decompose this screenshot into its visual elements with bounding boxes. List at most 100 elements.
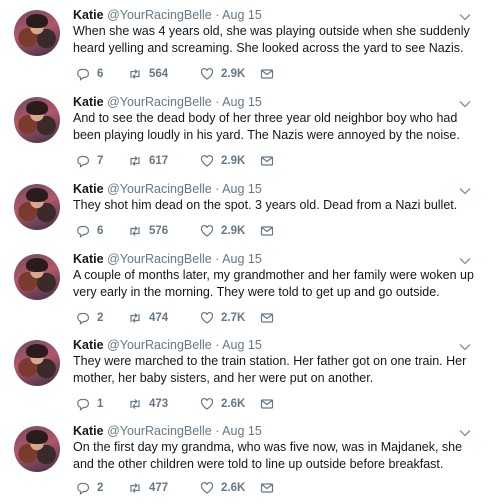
envelope-icon: [260, 69, 274, 79]
tweet[interactable]: Katie @YourRacingBelle · Aug 15 A couple…: [0, 246, 500, 332]
direct-message-button[interactable]: [260, 396, 274, 412]
retweet-button[interactable]: 473: [128, 396, 168, 412]
tweet-text: A couple of months later, my grandmother…: [73, 268, 474, 299]
author-handle[interactable]: @YourRacingBelle: [107, 182, 212, 196]
reply-count: 6: [97, 68, 104, 80]
reply-icon: [77, 312, 90, 325]
reply-button[interactable]: 2: [76, 480, 103, 496]
envelope-icon: [260, 313, 274, 323]
like-button[interactable]: 2.9K: [200, 223, 245, 239]
reply-button[interactable]: 6: [76, 66, 103, 82]
retweet-icon: [130, 156, 140, 166]
tweet[interactable]: Katie @YourRacingBelle · Aug 15 When she…: [0, 2, 500, 88]
author-handle[interactable]: @YourRacingBelle: [107, 252, 212, 266]
heart-icon: [200, 67, 214, 80]
reply-count: 2: [97, 312, 104, 324]
author-handle[interactable]: @YourRacingBelle: [107, 424, 212, 438]
tweet-header: Katie @YourRacingBelle · Aug 15: [73, 7, 262, 23]
direct-message-button[interactable]: [260, 310, 274, 326]
separator-dot: ·: [215, 95, 220, 109]
heart-icon: [200, 397, 214, 410]
separator-dot: ·: [215, 252, 220, 266]
heart-icon: [200, 311, 214, 324]
reply-button[interactable]: 2: [76, 310, 103, 326]
reply-count: 1: [97, 398, 104, 410]
author-handle[interactable]: @YourRacingBelle: [107, 95, 212, 109]
tweet-thread: Katie @YourRacingBelle · Aug 15 When she…: [0, 0, 500, 499]
tweet-text: And to see the dead body of her three ye…: [73, 111, 460, 142]
retweet-count: 617: [149, 155, 169, 167]
tweet[interactable]: Katie @YourRacingBelle · Aug 15 On the f…: [0, 418, 500, 504]
author-name[interactable]: Katie: [73, 8, 104, 22]
tweet-date[interactable]: Aug 15: [222, 95, 262, 109]
chevron-down-icon[interactable]: [458, 10, 472, 24]
heart-icon: [200, 154, 214, 167]
heart-icon: [200, 224, 214, 237]
author-handle[interactable]: @YourRacingBelle: [107, 8, 212, 22]
like-button[interactable]: 2.9K: [200, 153, 245, 169]
like-button[interactable]: 2.6K: [200, 480, 245, 496]
like-count: 2.9K: [221, 225, 246, 237]
avatar[interactable]: [14, 426, 60, 472]
chevron-down-icon[interactable]: [458, 97, 472, 111]
author-name[interactable]: Katie: [73, 95, 104, 109]
tweet-date[interactable]: Aug 15: [222, 8, 262, 22]
avatar[interactable]: [14, 10, 60, 56]
reply-button[interactable]: 6: [76, 223, 103, 239]
retweet-count: 474: [149, 312, 169, 324]
separator-dot: ·: [215, 8, 220, 22]
author-handle[interactable]: @YourRacingBelle: [107, 338, 212, 352]
chevron-down-icon[interactable]: [458, 340, 472, 354]
retweet-count: 473: [149, 398, 169, 410]
direct-message-button[interactable]: [260, 480, 274, 496]
tweet-header: Katie @YourRacingBelle · Aug 15: [73, 94, 262, 110]
separator-dot: ·: [215, 182, 220, 196]
chevron-down-icon[interactable]: [458, 254, 472, 268]
reply-count: 6: [97, 225, 104, 237]
tweet[interactable]: Katie @YourRacingBelle · Aug 15 They wer…: [0, 332, 500, 418]
avatar[interactable]: [14, 340, 60, 386]
tweet-date[interactable]: Aug 15: [222, 252, 262, 266]
author-name[interactable]: Katie: [73, 424, 104, 438]
like-button[interactable]: 2.6K: [200, 396, 245, 412]
reply-icon: [77, 68, 90, 81]
tweet-text: They were marched to the train station. …: [73, 354, 467, 385]
separator-dot: ·: [215, 338, 220, 352]
direct-message-button[interactable]: [260, 66, 274, 82]
like-button[interactable]: 2.7K: [200, 310, 245, 326]
like-button[interactable]: 2.9K: [200, 66, 245, 82]
tweet-date[interactable]: Aug 15: [222, 424, 262, 438]
like-count: 2.6K: [221, 398, 246, 410]
retweet-button[interactable]: 564: [128, 66, 168, 82]
chevron-down-icon[interactable]: [458, 184, 472, 198]
avatar[interactable]: [14, 254, 60, 300]
chevron-down-icon[interactable]: [458, 426, 472, 440]
retweet-button[interactable]: 576: [128, 223, 168, 239]
tweet-date[interactable]: Aug 15: [222, 338, 262, 352]
reply-icon: [77, 155, 90, 168]
tweet[interactable]: Katie @YourRacingBelle · Aug 15 And to s…: [0, 89, 500, 175]
direct-message-button[interactable]: [260, 153, 274, 169]
tweet-date[interactable]: Aug 15: [222, 182, 262, 196]
reply-count: 7: [97, 155, 104, 167]
tweet-header: Katie @YourRacingBelle · Aug 15: [73, 181, 262, 197]
tweet-header: Katie @YourRacingBelle · Aug 15: [73, 251, 262, 267]
direct-message-button[interactable]: [260, 223, 274, 239]
like-count: 2.9K: [221, 68, 246, 80]
envelope-icon: [260, 483, 274, 493]
reply-button[interactable]: 7: [76, 153, 103, 169]
author-name[interactable]: Katie: [73, 338, 104, 352]
retweet-count: 477: [149, 482, 169, 494]
avatar[interactable]: [14, 184, 60, 230]
retweet-button[interactable]: 477: [128, 480, 168, 496]
retweet-button[interactable]: 617: [128, 153, 168, 169]
reply-icon: [77, 398, 90, 411]
retweet-button[interactable]: 474: [128, 310, 168, 326]
avatar[interactable]: [14, 97, 60, 143]
author-name[interactable]: Katie: [73, 182, 104, 196]
retweet-icon: [130, 483, 140, 493]
tweet-text: On the first day my grandma, who was fiv…: [73, 440, 463, 471]
reply-button[interactable]: 1: [76, 396, 103, 412]
like-count: 2.7K: [221, 312, 246, 324]
author-name[interactable]: Katie: [73, 252, 104, 266]
